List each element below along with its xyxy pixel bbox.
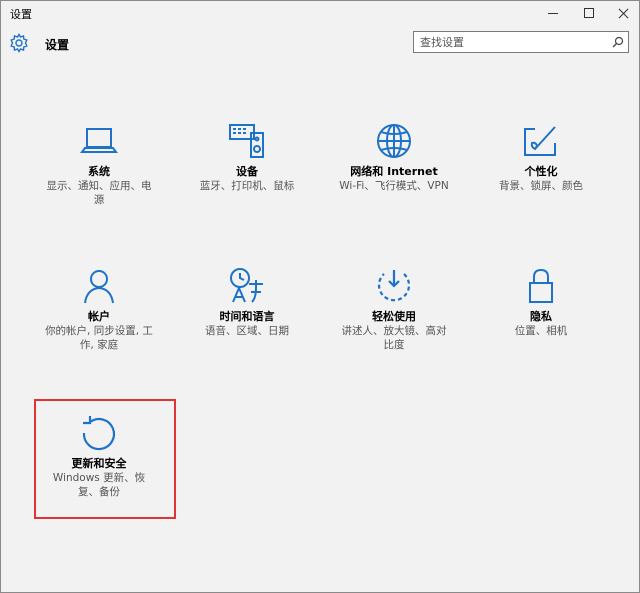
tile-name: 设备 [236,165,258,178]
page-title: 设置 [45,38,70,52]
selection-highlight-box [34,399,176,519]
time-language-icon [230,268,263,303]
ease-of-access-icon [377,270,411,302]
tile-accounts[interactable]: 帐户 你的帐户, 同步设置, 工作, 家庭 [39,266,159,352]
paint-icon [524,126,556,156]
tile-name: 网络和 Internet [350,165,438,178]
tile-desc: Wi-Fi、飞行模式、VPN [339,180,449,192]
tile-desc: 你的帐户, 同步设置, 工作, 家庭 [45,325,153,351]
maximize-icon [584,8,594,18]
tile-privacy[interactable]: 隐私 位置、相机 [481,266,601,338]
search-box[interactable] [413,31,629,53]
minimize-icon [548,12,558,14]
devices-icon [229,124,264,158]
tile-personalization[interactable]: 个性化 背景、锁屏、颜色 [481,121,601,193]
person-icon [84,270,114,304]
lock-icon [529,268,553,303]
maximize-button[interactable] [571,1,607,25]
tile-desc: 显示、通知、应用、电源 [46,180,152,206]
tile-time-language[interactable]: 时间和语言 语音、区域、日期 [187,266,307,338]
tile-name: 系统 [88,165,110,178]
tile-desc: 背景、锁屏、颜色 [499,180,583,192]
minimize-button[interactable] [535,1,571,25]
tile-ease-of-access[interactable]: 轻松使用 讲述人、放大镜、高对比度 [334,266,454,352]
close-icon [618,8,629,19]
tile-desc: 蓝牙、打印机、鼠标 [199,180,295,192]
gear-icon [10,33,28,53]
tile-name: 帐户 [88,310,110,323]
window-title: 设置 [10,8,32,21]
tile-desc: 语音、区域、日期 [205,325,289,337]
title-bar[interactable]: 设置 [1,1,639,25]
search-input[interactable] [420,34,610,50]
tile-name: 个性化 [524,165,558,178]
search-icon[interactable] [612,36,624,48]
close-button[interactable] [605,1,640,25]
settings-window: 设置 设置 系统 显示、通知、应用、电源 [0,0,640,593]
tile-desc: 位置、相机 [514,325,568,337]
laptop-icon [80,128,118,153]
tile-name: 时间和语言 [219,310,275,323]
globe-icon [377,124,411,158]
tile-system[interactable]: 系统 显示、通知、应用、电源 [39,121,159,207]
tile-devices[interactable]: 设备 蓝牙、打印机、鼠标 [187,121,307,193]
tile-name: 隐私 [530,310,552,323]
tile-desc: 讲述人、放大镜、高对比度 [341,325,447,351]
tile-name: 轻松使用 [372,310,416,323]
tile-network[interactable]: 网络和 Internet Wi-Fi、飞行模式、VPN [334,121,454,193]
